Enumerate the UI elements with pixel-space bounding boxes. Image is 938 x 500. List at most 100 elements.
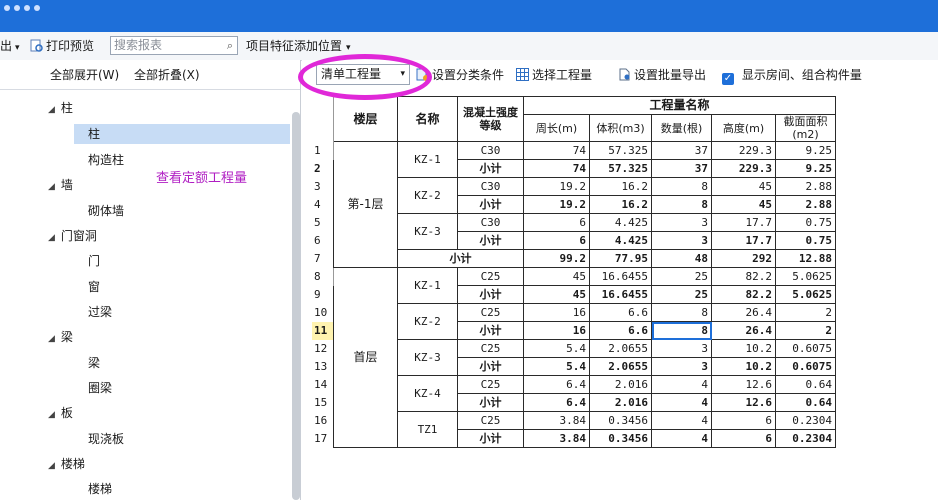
volume-cell[interactable]: 16.6455 xyxy=(589,285,652,304)
select-quantity-button[interactable]: 选择工程量 xyxy=(516,66,592,84)
section-cell[interactable]: 9.25 xyxy=(775,159,836,178)
count-cell[interactable]: 3 xyxy=(651,339,712,358)
section-cell[interactable]: 0.75 xyxy=(775,231,836,250)
tree-item[interactable]: 梁 xyxy=(88,353,100,373)
height-cell[interactable]: 6 xyxy=(711,429,776,448)
collapse-all-button[interactable]: 全部折叠(X) xyxy=(134,66,200,84)
table-row[interactable]: 8 首层 KZ-1 C25 45 16.6455 25 82.2 5.0625 xyxy=(312,267,836,448)
grade-cell[interactable]: 小计 xyxy=(457,393,524,412)
search-icon[interactable]: ⌕ xyxy=(227,37,233,54)
height-cell[interactable]: 45 xyxy=(711,195,776,214)
height-cell[interactable]: 12.6 xyxy=(711,393,776,412)
volume-cell[interactable]: 0.3456 xyxy=(589,411,652,430)
batch-export-button[interactable]: 设置批量导出 xyxy=(618,66,706,84)
search-input[interactable]: 搜索报表 ⌕ xyxy=(110,36,238,55)
tree-group-item[interactable]: ◢ 板 xyxy=(48,403,73,423)
volume-cell[interactable]: 6.6 xyxy=(589,321,652,340)
count-cell[interactable]: 3 xyxy=(651,357,712,376)
count-cell[interactable]: 3 xyxy=(651,231,712,250)
print-preview-button[interactable]: 打印预览 xyxy=(30,37,94,55)
count-cell[interactable]: 4 xyxy=(651,429,712,448)
name-cell[interactable]: KZ-1 xyxy=(397,141,458,178)
height-cell[interactable]: 6 xyxy=(711,411,776,430)
volume-cell[interactable]: 16.6455 xyxy=(589,267,652,286)
perimeter-cell[interactable]: 45 xyxy=(523,285,590,304)
tree-item[interactable]: 构造柱 xyxy=(88,150,124,170)
grade-cell[interactable]: C30 xyxy=(457,141,524,160)
height-cell[interactable]: 82.2 xyxy=(711,285,776,304)
perimeter-cell[interactable]: 5.4 xyxy=(523,357,590,376)
grade-cell[interactable]: C25 xyxy=(457,303,524,322)
perimeter-cell[interactable]: 19.2 xyxy=(523,195,590,214)
volume-cell[interactable]: 2.0655 xyxy=(589,339,652,358)
project-feature-dropdown[interactable]: 项目特征添加位置 ▾ xyxy=(246,37,351,55)
height-cell[interactable]: 292 xyxy=(711,249,776,268)
floor-cell[interactable]: 第-1层 xyxy=(333,141,398,268)
count-cell[interactable]: 4 xyxy=(651,411,712,430)
col-header-volume[interactable]: 体积(m3) xyxy=(589,114,652,142)
count-cell[interactable]: 8 xyxy=(651,177,712,196)
height-cell[interactable]: 17.7 xyxy=(711,213,776,232)
section-cell[interactable]: 0.2304 xyxy=(775,411,836,430)
grade-cell[interactable]: C25 xyxy=(457,267,524,286)
col-header-perimeter[interactable]: 周长(m) xyxy=(523,114,590,142)
section-cell[interactable]: 2.88 xyxy=(775,195,836,214)
tree-item[interactable]: 过梁 xyxy=(88,302,112,322)
name-cell[interactable]: KZ-3 xyxy=(397,339,458,376)
volume-cell[interactable]: 57.325 xyxy=(589,141,652,160)
section-cell[interactable]: 0.2304 xyxy=(775,429,836,448)
section-cell[interactable]: 2 xyxy=(775,321,836,340)
col-header-concrete-grade[interactable]: 混凝土强度等级 xyxy=(457,96,524,142)
floor-cell[interactable]: 首层 xyxy=(333,267,398,448)
grade-cell[interactable]: 小计 xyxy=(457,285,524,304)
height-cell[interactable]: 26.4 xyxy=(711,303,776,322)
section-cell[interactable]: 2.88 xyxy=(775,177,836,196)
count-cell[interactable]: 8 xyxy=(651,303,712,322)
section-cell[interactable]: 12.88 xyxy=(775,249,836,268)
volume-cell[interactable]: 77.95 xyxy=(589,249,652,268)
perimeter-cell[interactable]: 99.2 xyxy=(523,249,590,268)
name-cell[interactable]: TZ1 xyxy=(397,411,458,448)
tree-item[interactable]: 圈梁 xyxy=(88,378,112,398)
height-cell[interactable]: 45 xyxy=(711,177,776,196)
perimeter-cell[interactable]: 6.4 xyxy=(523,375,590,394)
grade-cell[interactable]: 小计 xyxy=(457,159,524,178)
perimeter-cell[interactable]: 19.2 xyxy=(523,177,590,196)
table-row[interactable]: 1 第-1层 KZ-1 C30 74 57.325 37 229.3 9.25 xyxy=(312,141,836,268)
count-cell[interactable]: 8 xyxy=(651,195,712,214)
perimeter-cell[interactable]: 3.84 xyxy=(523,411,590,430)
height-cell[interactable]: 26.4 xyxy=(711,321,776,340)
count-cell[interactable]: 25 xyxy=(651,285,712,304)
count-cell[interactable]: 25 xyxy=(651,267,712,286)
tree-item[interactable]: 门 xyxy=(88,251,100,271)
grade-cell[interactable]: C25 xyxy=(457,339,524,358)
grade-cell[interactable]: 小计 xyxy=(457,321,524,340)
height-cell[interactable]: 229.3 xyxy=(711,141,776,160)
volume-cell[interactable]: 2.016 xyxy=(589,375,652,394)
section-cell[interactable]: 5.0625 xyxy=(775,267,836,286)
perimeter-cell[interactable]: 6.4 xyxy=(523,393,590,412)
height-cell[interactable]: 229.3 xyxy=(711,159,776,178)
name-cell[interactable]: KZ-2 xyxy=(397,177,458,214)
tree-group-item[interactable]: ◢ 门窗洞 xyxy=(48,226,97,246)
grade-cell[interactable]: 小计 xyxy=(457,195,524,214)
col-header-name[interactable]: 名称 xyxy=(397,96,458,142)
col-header-count[interactable]: 数量(根) xyxy=(651,114,712,142)
height-cell[interactable]: 10.2 xyxy=(711,339,776,358)
section-cell[interactable]: 0.64 xyxy=(775,393,836,412)
name-cell[interactable]: KZ-1 xyxy=(397,267,458,304)
perimeter-cell[interactable]: 74 xyxy=(523,159,590,178)
section-cell[interactable]: 0.6075 xyxy=(775,339,836,358)
section-cell[interactable]: 0.64 xyxy=(775,375,836,394)
section-cell[interactable]: 0.6075 xyxy=(775,357,836,376)
name-cell[interactable]: KZ-4 xyxy=(397,375,458,412)
tree-group-item[interactable]: ◢ 梁 xyxy=(48,327,73,347)
perimeter-cell[interactable]: 5.4 xyxy=(523,339,590,358)
volume-cell[interactable]: 6.6 xyxy=(589,303,652,322)
count-cell[interactable]: 3 xyxy=(651,213,712,232)
tree-group-item[interactable]: ◢ 柱 xyxy=(48,98,73,118)
volume-cell[interactable]: 16.2 xyxy=(589,195,652,214)
tree-item[interactable]: 现浇板 xyxy=(88,429,124,449)
grade-cell[interactable]: C25 xyxy=(457,375,524,394)
volume-cell[interactable]: 0.3456 xyxy=(589,429,652,448)
